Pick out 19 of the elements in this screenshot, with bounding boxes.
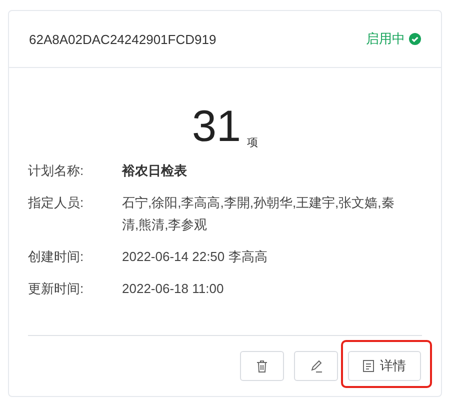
field-label: 指定人员: bbox=[28, 194, 85, 212]
trash-icon bbox=[256, 360, 268, 372]
item-count: 31 bbox=[192, 102, 241, 152]
field-label: 计划名称: bbox=[28, 162, 85, 180]
field-label: 更新时间: bbox=[28, 280, 85, 298]
detail-button[interactable]: 详情 bbox=[348, 351, 421, 381]
field-value: 裕农日检表 bbox=[122, 162, 188, 180]
field-value: 2022-06-14 22:50 李高高 bbox=[122, 248, 268, 266]
status-label: 启用中 bbox=[366, 30, 421, 48]
pencil-icon bbox=[310, 360, 322, 372]
field-label: 创建时间: bbox=[28, 248, 85, 266]
check-circle-icon bbox=[409, 33, 421, 45]
edit-button[interactable] bbox=[294, 351, 338, 381]
plan-code: 62A8A02DAC24242901FCD919 bbox=[29, 32, 216, 46]
delete-button[interactable] bbox=[240, 351, 284, 381]
count-unit: 项 bbox=[246, 136, 258, 150]
field-value: 2022-06-18 11:00 bbox=[122, 280, 225, 298]
document-icon bbox=[363, 360, 374, 372]
field-value: 石宁,徐阳,李高高,李開,孙朝华,王建宇,张文嫱,秦清,熊清,李参观 bbox=[122, 194, 396, 234]
